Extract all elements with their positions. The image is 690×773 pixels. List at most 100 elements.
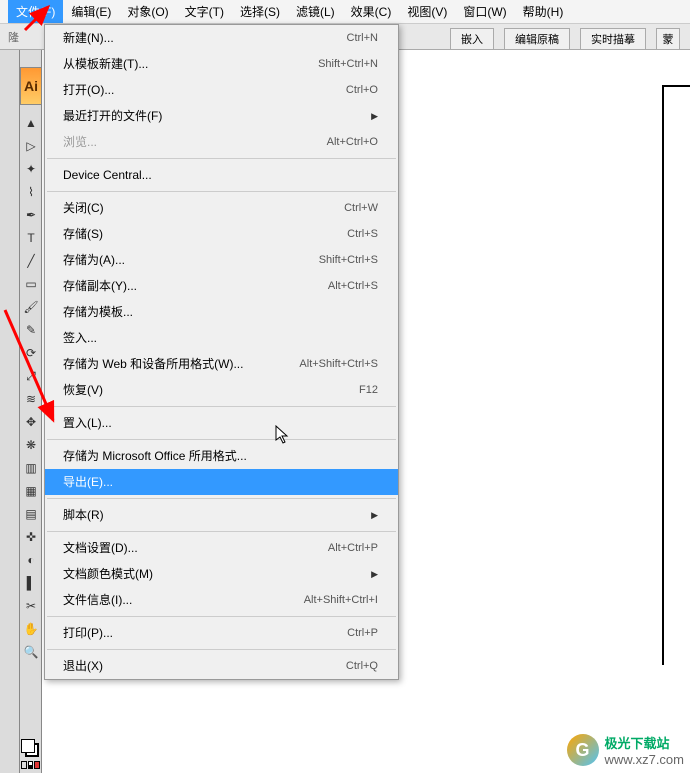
scale-tool-icon[interactable]: ⤢: [21, 365, 41, 387]
menu-8[interactable]: 窗口(W): [455, 0, 514, 23]
selection-tool-icon[interactable]: ▲: [21, 112, 41, 134]
artboard-edge: [662, 85, 690, 665]
lasso-tool-icon[interactable]: ⌇: [21, 181, 41, 203]
brush-tool-icon[interactable]: 🖌: [21, 296, 41, 318]
edit-original-button[interactable]: 编辑原稿: [504, 28, 570, 50]
menu-item-label: 关闭(C): [63, 199, 104, 217]
menu-9[interactable]: 帮助(H): [515, 0, 572, 23]
pen-tool-icon[interactable]: ✒: [21, 204, 41, 226]
color-swatches[interactable]: [20, 735, 41, 773]
file-menu-dropdown: 新建(N)...Ctrl+N从模板新建(T)...Shift+Ctrl+N打开(…: [44, 24, 399, 680]
menu-item-15[interactable]: 恢复(V)F12: [45, 377, 398, 403]
live-trace-button[interactable]: 实时描摹: [580, 28, 646, 50]
menu-1[interactable]: 编辑(E): [63, 0, 119, 23]
menu-item-19[interactable]: 存储为 Microsoft Office 所用格式...: [45, 443, 398, 469]
pencil-tool-icon[interactable]: ✎: [21, 319, 41, 341]
menu-item-2[interactable]: 打开(O)...Ctrl+O: [45, 77, 398, 103]
menu-item-30[interactable]: 退出(X)Ctrl+Q: [45, 653, 398, 679]
rect-tool-icon[interactable]: ▭: [21, 273, 41, 295]
symbol-tool-icon[interactable]: ❋: [21, 434, 41, 456]
menu-item-shortcut: Alt+Ctrl+P: [328, 539, 378, 557]
menu-item-26[interactable]: 文件信息(I)...Alt+Shift+Ctrl+I: [45, 587, 398, 613]
menu-item-label: 最近打开的文件(F): [63, 107, 162, 125]
menu-item-20[interactable]: 导出(E)...: [45, 469, 398, 495]
menu-item-12[interactable]: 存储为模板...: [45, 299, 398, 325]
watermark-brand: 极光下载站: [605, 736, 670, 751]
menu-item-22[interactable]: 脚本(R) ▶: [45, 502, 398, 528]
menu-0[interactable]: 文件(F): [8, 0, 63, 23]
right-toolbar-buttons: 嵌入 编辑原稿 实时描摹 蒙: [448, 28, 682, 50]
menubar: 文件(F)编辑(E)对象(O)文字(T)选择(S)滤镜(L)效果(C)视图(V)…: [0, 0, 690, 24]
menu-item-1[interactable]: 从模板新建(T)...Shift+Ctrl+N: [45, 51, 398, 77]
menu-item-shortcut: Shift+Ctrl+S: [319, 251, 378, 269]
menu-item-shortcut: Alt+Shift+Ctrl+S: [299, 355, 378, 373]
menu-item-label: 脚本(R): [63, 506, 104, 524]
menu-item-14[interactable]: 存储为 Web 和设备所用格式(W)... Alt+Shift+Ctrl+S: [45, 351, 398, 377]
menu-item-label: 文档颜色模式(M): [63, 565, 153, 583]
fill-swatch[interactable]: [21, 739, 35, 753]
menu-item-13[interactable]: 签入...: [45, 325, 398, 351]
menu-item-label: 存储(S): [63, 225, 103, 243]
zoom-tool-icon[interactable]: 🔍: [21, 641, 41, 663]
scissors-tool-icon[interactable]: ✂: [21, 595, 41, 617]
watermark: G 极光下载站 www.xz7.com: [567, 733, 684, 767]
menu-item-label: 恢复(V): [63, 381, 103, 399]
menu-item-11[interactable]: 存储副本(Y)...Alt+Ctrl+S: [45, 273, 398, 299]
slice-tool-icon[interactable]: ▌: [21, 572, 41, 594]
menu-item-label: 打开(O)...: [63, 81, 114, 99]
chevron-right-icon: ▶: [371, 506, 378, 524]
mask-button[interactable]: 蒙: [656, 28, 680, 50]
menu-6[interactable]: 效果(C): [343, 0, 400, 23]
watermark-logo-icon: G: [567, 734, 599, 766]
left-label: 隆: [0, 29, 19, 45]
menu-item-label: 存储为模板...: [63, 303, 133, 321]
line-tool-icon[interactable]: ╱: [21, 250, 41, 272]
menu-item-3[interactable]: 最近打开的文件(F) ▶: [45, 103, 398, 129]
gradient-tool-icon[interactable]: ▤: [21, 503, 41, 525]
hand-tool-icon[interactable]: ✋: [21, 618, 41, 640]
menu-item-9[interactable]: 存储(S)Ctrl+S: [45, 221, 398, 247]
menu-item-17[interactable]: 置入(L)...: [45, 410, 398, 436]
menu-separator: [47, 158, 396, 159]
menu-2[interactable]: 对象(O): [119, 0, 176, 23]
menu-item-shortcut: Ctrl+P: [347, 624, 378, 642]
direct-select-tool-icon[interactable]: ▷: [21, 135, 41, 157]
menu-4[interactable]: 选择(S): [232, 0, 288, 23]
menu-5[interactable]: 滤镜(L): [288, 0, 343, 23]
eyedrop-tool-icon[interactable]: ✜: [21, 526, 41, 548]
menu-item-6[interactable]: Device Central...: [45, 162, 398, 188]
menu-item-label: 存储为 Web 和设备所用格式(W)...: [63, 355, 243, 373]
menu-7[interactable]: 视图(V): [399, 0, 455, 23]
menu-item-shortcut: Ctrl+W: [344, 199, 378, 217]
embed-button[interactable]: 嵌入: [450, 28, 494, 50]
menu-item-8[interactable]: 关闭(C) Ctrl+W: [45, 195, 398, 221]
menu-item-0[interactable]: 新建(N)...Ctrl+N: [45, 25, 398, 51]
chevron-right-icon: ▶: [371, 107, 378, 125]
mesh-tool-icon[interactable]: ▦: [21, 480, 41, 502]
rotate-tool-icon[interactable]: ⟳: [21, 342, 41, 364]
menu-item-label: 文档设置(D)...: [63, 539, 138, 557]
wand-tool-icon[interactable]: ✦: [21, 158, 41, 180]
menu-item-label: 从模板新建(T)...: [63, 55, 148, 73]
app-logo: Ai: [20, 67, 42, 105]
menu-separator: [47, 616, 396, 617]
menu-item-label: 存储为 Microsoft Office 所用格式...: [63, 447, 247, 465]
menu-3[interactable]: 文字(T): [177, 0, 232, 23]
mini-swatch-3[interactable]: [34, 761, 40, 769]
free-tool-icon[interactable]: ✥: [21, 411, 41, 433]
menu-item-24[interactable]: 文档设置(D)... Alt+Ctrl+P: [45, 535, 398, 561]
blend-tool-icon[interactable]: ◐: [21, 549, 41, 571]
watermark-url: www.xz7.com: [605, 752, 684, 767]
graph-tool-icon[interactable]: ▥: [21, 457, 41, 479]
menu-item-shortcut: Ctrl+N: [347, 29, 378, 47]
warp-tool-icon[interactable]: ≋: [21, 388, 41, 410]
mini-swatch-1[interactable]: [21, 761, 27, 769]
menu-item-label: Device Central...: [63, 166, 152, 184]
menu-item-28[interactable]: 打印(P)...Ctrl+P: [45, 620, 398, 646]
type-tool-icon[interactable]: T: [21, 227, 41, 249]
menu-item-shortcut: Alt+Ctrl+O: [327, 133, 378, 151]
mouse-cursor-icon: [275, 425, 291, 445]
menu-item-25[interactable]: 文档颜色模式(M)▶: [45, 561, 398, 587]
mini-swatch-2[interactable]: [28, 761, 34, 769]
menu-item-10[interactable]: 存储为(A)...Shift+Ctrl+S: [45, 247, 398, 273]
